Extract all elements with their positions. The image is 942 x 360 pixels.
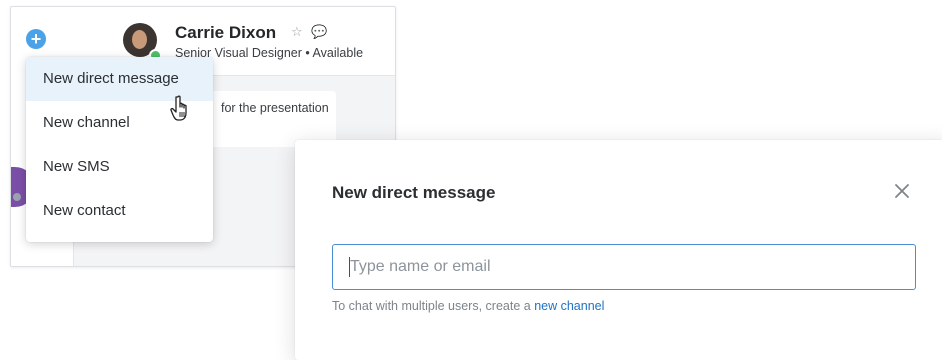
- new-conversation-button[interactable]: +: [26, 29, 46, 49]
- chat-icon[interactable]: 💬: [311, 24, 327, 40]
- plus-icon: +: [30, 29, 42, 49]
- dialog-title: New direct message: [332, 183, 496, 202]
- new-menu: New direct message New channel New SMS N…: [26, 57, 213, 242]
- new-channel-link[interactable]: new channel: [534, 299, 604, 313]
- name-or-email-input[interactable]: [332, 244, 916, 290]
- menu-item-new-contact[interactable]: New contact: [26, 189, 213, 233]
- star-icon[interactable]: ☆: [291, 24, 303, 40]
- dialog-hint: To chat with multiple users, create a ne…: [332, 299, 604, 313]
- hand-pointer-icon: [170, 95, 187, 121]
- status-badge: [13, 193, 21, 201]
- close-icon[interactable]: [891, 180, 913, 202]
- message-text: for the presentation: [221, 101, 329, 115]
- hint-text: To chat with multiple users, create a: [332, 299, 535, 313]
- new-direct-message-dialog: New direct message To chat with multiple…: [295, 140, 942, 360]
- menu-item-new-sms[interactable]: New SMS: [26, 145, 213, 189]
- contact-name: Carrie Dixon: [175, 23, 277, 42]
- text-caret: [349, 257, 350, 277]
